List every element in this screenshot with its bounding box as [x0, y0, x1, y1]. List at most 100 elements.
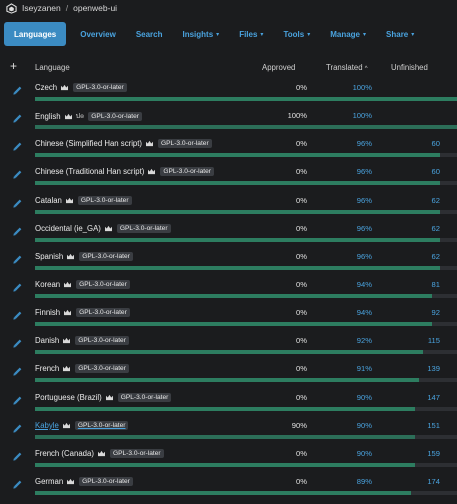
- pencil-icon[interactable]: [12, 141, 23, 152]
- license-badge[interactable]: GPL-3.0-or-later: [109, 448, 164, 458]
- weblate-logo-icon[interactable]: [6, 2, 17, 14]
- translated-value[interactable]: 100%: [353, 83, 372, 92]
- unfinished-value[interactable]: 62: [432, 196, 440, 205]
- license-badge[interactable]: GPL-3.0-or-later: [116, 223, 171, 233]
- language-name[interactable]: Chinese (Traditional Han script): [35, 167, 144, 176]
- unfinished-value[interactable]: 159: [427, 449, 440, 458]
- translated-value[interactable]: 100%: [353, 111, 372, 120]
- license-badge[interactable]: GPL-3.0-or-later: [77, 195, 132, 205]
- header-approved[interactable]: Approved: [262, 63, 295, 72]
- translated-value[interactable]: 89%: [357, 477, 372, 486]
- language-name[interactable]: Danish: [35, 336, 59, 345]
- language-cell[interactable]: Kabyle GPL-3.0-or-later: [35, 420, 129, 430]
- unfinished-value[interactable]: 81: [432, 280, 440, 289]
- translated-value[interactable]: 90%: [357, 449, 372, 458]
- language-cell[interactable]: English ป๏ GPL-3.0-or-later: [35, 111, 142, 122]
- pencil-icon[interactable]: [12, 282, 23, 293]
- language-cell[interactable]: Danish GPL-3.0-or-later: [35, 336, 129, 346]
- translated-value[interactable]: 96%: [357, 224, 372, 233]
- unfinished-value[interactable]: 139: [427, 364, 440, 373]
- unfinished-value[interactable]: 62: [432, 224, 440, 233]
- language-cell[interactable]: Korean GPL-3.0-or-later: [35, 279, 130, 289]
- translated-value[interactable]: 96%: [357, 252, 372, 261]
- language-name[interactable]: French: [35, 364, 59, 373]
- unfinished-value[interactable]: 92: [432, 308, 440, 317]
- plus-icon[interactable]: +: [10, 59, 17, 73]
- language-cell[interactable]: Chinese (Traditional Han script) GPL-3.0-…: [35, 167, 214, 177]
- license-badge[interactable]: GPL-3.0-or-later: [160, 167, 214, 177]
- license-badge[interactable]: GPL-3.0-or-later: [79, 251, 133, 261]
- unfinished-value[interactable]: 60: [432, 167, 440, 176]
- pencil-icon[interactable]: [12, 113, 23, 124]
- tab-languages[interactable]: Languages: [4, 22, 67, 46]
- license-badge[interactable]: GPL-3.0-or-later: [88, 112, 142, 122]
- language-name[interactable]: Spanish: [35, 252, 63, 261]
- pencil-icon[interactable]: [12, 85, 23, 96]
- pencil-icon[interactable]: [12, 338, 23, 349]
- pencil-icon[interactable]: [12, 310, 23, 321]
- translated-value[interactable]: 94%: [357, 280, 372, 289]
- license-badge[interactable]: GPL-3.0-or-later: [75, 364, 129, 374]
- translated-value[interactable]: 96%: [357, 196, 372, 205]
- unfinished-value[interactable]: 174: [427, 477, 440, 486]
- tab-manage[interactable]: Manage ▾: [320, 22, 376, 46]
- language-name[interactable]: Kabyle: [35, 421, 59, 430]
- pencil-icon[interactable]: [12, 423, 23, 434]
- tab-share[interactable]: Share ▾: [376, 22, 424, 46]
- license-badge[interactable]: GPL-3.0-or-later: [158, 139, 212, 149]
- pencil-icon[interactable]: [12, 169, 23, 180]
- translated-value[interactable]: 96%: [357, 167, 372, 176]
- pencil-icon[interactable]: [12, 254, 23, 265]
- pencil-icon[interactable]: [12, 451, 23, 462]
- license-badge[interactable]: GPL-3.0-or-later: [79, 476, 133, 486]
- unfinished-value[interactable]: 62: [432, 252, 440, 261]
- license-badge[interactable]: GPL-3.0-or-later: [76, 279, 130, 289]
- breadcrumb-owner[interactable]: Iseyzanen: [22, 3, 61, 13]
- unfinished-value[interactable]: 151: [427, 421, 440, 430]
- translated-value[interactable]: 96%: [357, 139, 372, 148]
- license-badge[interactable]: GPL-3.0-or-later: [76, 308, 130, 318]
- unfinished-value[interactable]: 147: [427, 393, 440, 402]
- translated-value[interactable]: 90%: [357, 393, 372, 402]
- license-badge[interactable]: GPL-3.0-or-later: [117, 392, 172, 402]
- tab-search[interactable]: Search: [126, 22, 173, 46]
- header-translated[interactable]: Translated ^: [326, 63, 368, 72]
- language-cell[interactable]: Chinese (Simplified Han script) GPL-3.0-o…: [35, 139, 212, 149]
- translated-value[interactable]: 92%: [357, 336, 372, 345]
- unfinished-value[interactable]: 60: [432, 139, 440, 148]
- unfinished-value[interactable]: 115: [428, 336, 440, 345]
- language-cell[interactable]: Occidental (ie_GA) GPL-3.0-or-later: [35, 223, 171, 233]
- license-badge[interactable]: GPL-3.0-or-later: [73, 83, 127, 92]
- language-cell[interactable]: French (Canada) GPL-3.0-or-later: [35, 448, 164, 458]
- language-cell[interactable]: Finnish GPL-3.0-or-later: [35, 308, 130, 318]
- pencil-icon[interactable]: [12, 366, 23, 377]
- language-name[interactable]: German: [35, 477, 63, 486]
- language-cell[interactable]: Czech GPL-3.0-or-later: [35, 83, 127, 92]
- header-language[interactable]: Language: [35, 63, 70, 72]
- language-cell[interactable]: Portuguese (Brazil) GPL-3.0-or-later: [35, 392, 172, 402]
- language-name[interactable]: Portuguese (Brazil): [35, 393, 102, 402]
- language-name[interactable]: Czech: [35, 83, 57, 92]
- language-name[interactable]: French (Canada): [35, 449, 94, 458]
- language-cell[interactable]: German GPL-3.0-or-later: [35, 476, 133, 486]
- header-unfinished[interactable]: Unfinished: [391, 63, 428, 72]
- pencil-icon[interactable]: [12, 198, 23, 209]
- language-name[interactable]: Korean: [35, 280, 60, 289]
- translated-value[interactable]: 94%: [357, 308, 372, 317]
- language-name[interactable]: Occidental (ie_GA): [35, 224, 101, 233]
- tab-files[interactable]: Files ▾: [229, 22, 273, 46]
- breadcrumb-project[interactable]: openweb-ui: [73, 3, 117, 13]
- pencil-icon[interactable]: [12, 395, 23, 406]
- language-name[interactable]: Finnish: [35, 308, 60, 317]
- language-cell[interactable]: Spanish GPL-3.0-or-later: [35, 251, 133, 261]
- language-cell[interactable]: Catalan GPL-3.0-or-later: [35, 195, 132, 205]
- tab-insights[interactable]: Insights ▾: [173, 22, 230, 46]
- language-name[interactable]: English: [35, 112, 61, 121]
- tab-tools[interactable]: Tools ▾: [273, 22, 320, 46]
- pencil-icon[interactable]: [12, 226, 23, 237]
- language-name[interactable]: Chinese (Simplified Han script): [35, 139, 142, 148]
- pencil-icon[interactable]: [12, 479, 23, 490]
- language-name[interactable]: Catalan: [35, 196, 62, 205]
- tab-overview[interactable]: Overview: [70, 22, 126, 46]
- translated-value[interactable]: 91%: [357, 364, 372, 373]
